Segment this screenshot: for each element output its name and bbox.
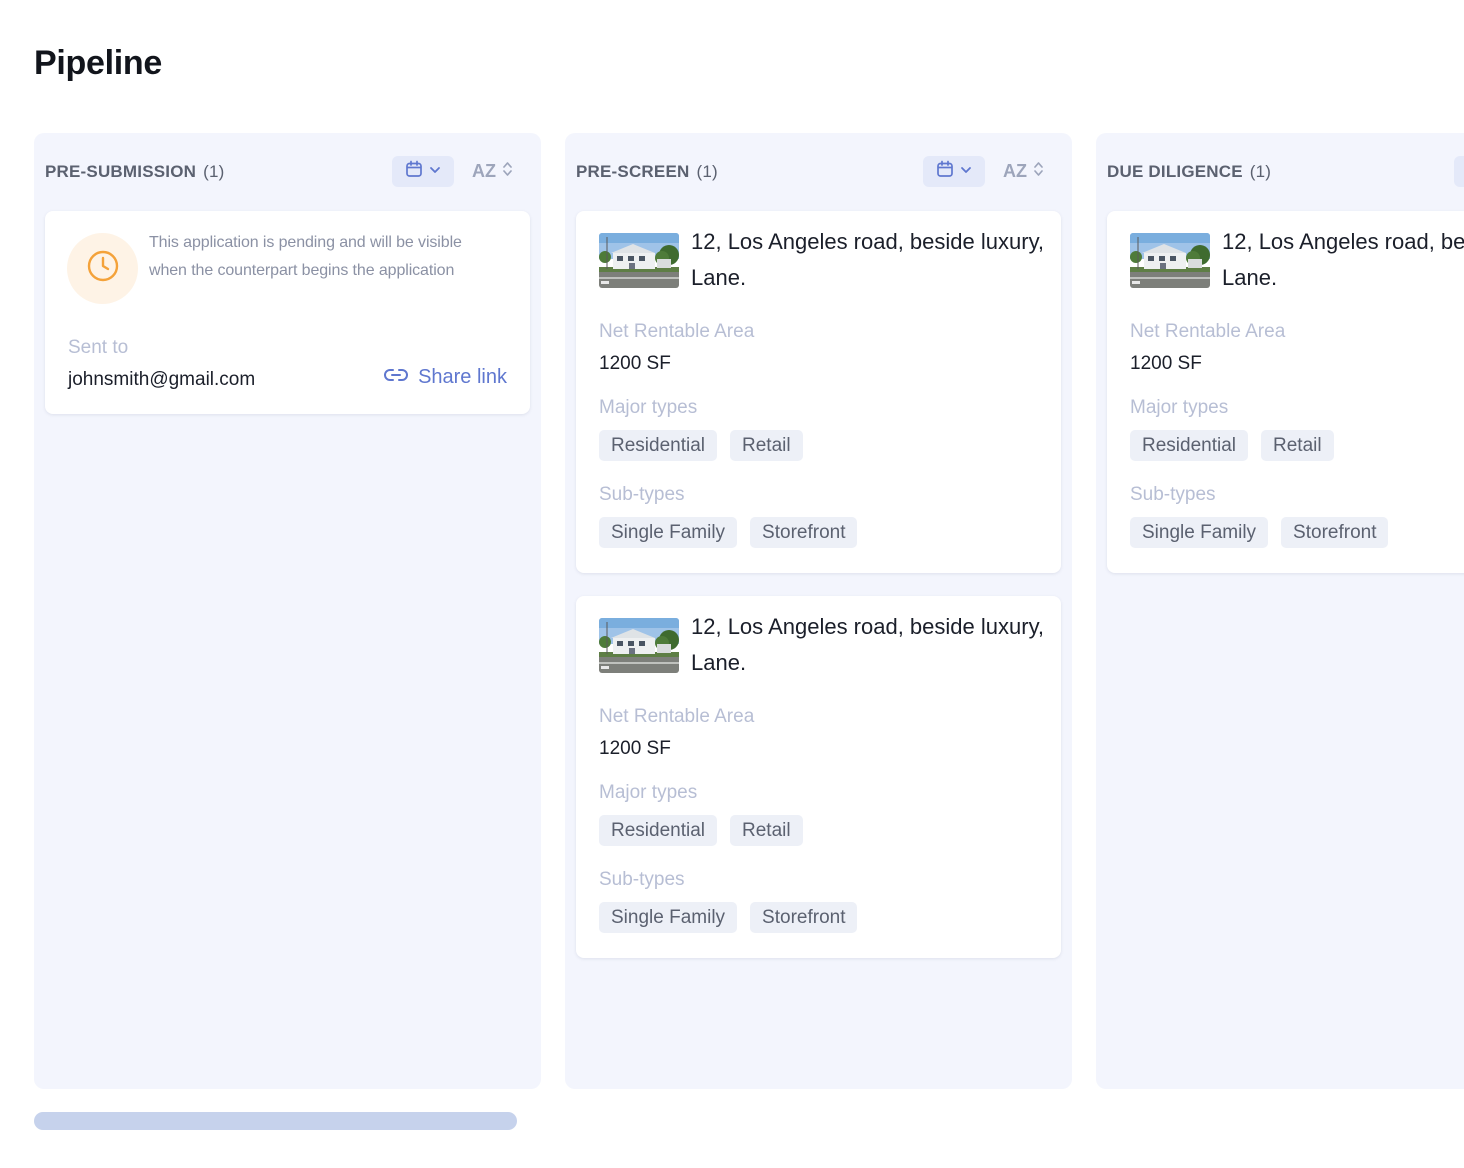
sort-updown-icon (502, 160, 513, 183)
nra-label: Net Rentable Area (599, 321, 755, 342)
page-title: Pipeline (34, 44, 162, 82)
property-address: 12, Los Angeles road, beside luxury, Lan… (1222, 229, 1464, 290)
nra-value: 1200 SF (599, 738, 671, 759)
column-count: (1) (1249, 162, 1272, 181)
property-card[interactable]: 12, Los Angeles road, beside luxury, Lan… (576, 596, 1061, 958)
column-count: (1) (696, 162, 718, 181)
column-title: PRE-SCREEN (576, 162, 690, 181)
date-sort-button[interactable] (923, 156, 985, 187)
share-link-label: Share link (418, 366, 507, 388)
horizontal-scrollbar[interactable] (34, 1112, 517, 1130)
sub-types-chips: Single Family Storefront (1130, 517, 1389, 548)
recipient-email: johnsmith@gmail.com (68, 369, 256, 390)
alpha-sort-button[interactable]: AZ (1003, 156, 1044, 187)
column-due-diligence: DUE DILIGENCE (1) 12, Los Angeles road, … (1096, 133, 1464, 1089)
property-photo (599, 233, 679, 288)
nra-label: Net Rentable Area (599, 706, 755, 727)
date-sort-button[interactable] (1454, 156, 1464, 187)
property-card[interactable]: 12, Los Angeles road, beside luxury, Lan… (576, 211, 1061, 573)
sort-label: AZ (472, 161, 496, 181)
property-photo (599, 618, 679, 673)
major-types-chips: Residential Retail (1130, 430, 1334, 461)
subtype-chip: Single Family (599, 517, 738, 548)
chevron-down-icon (429, 163, 441, 181)
share-link-button[interactable]: Share link (384, 366, 507, 389)
nra-value: 1200 SF (599, 353, 671, 374)
type-chip: Residential (599, 430, 717, 461)
column-header: PRE-SUBMISSION (1) (45, 160, 224, 184)
clock-icon (86, 249, 120, 288)
pipeline-board: PRE-SUBMISSION (1) AZ This application i… (34, 133, 1464, 1089)
sub-types-label: Sub-types (599, 869, 685, 890)
nra-label: Net Rentable Area (1130, 321, 1286, 342)
property-card[interactable]: 12, Los Angeles road, beside luxury, Lan… (1107, 211, 1464, 573)
column-count: (1) (203, 162, 225, 181)
column-pre-screen: PRE-SCREEN (1) AZ 12, Los Angeles road, … (565, 133, 1072, 1089)
major-types-label: Major types (599, 397, 698, 418)
sub-types-label: Sub-types (1130, 484, 1216, 505)
pending-message: This application is pending and will be … (149, 234, 462, 279)
column-header: PRE-SCREEN (1) (576, 160, 718, 184)
sub-types-chips: Single Family Storefront (599, 902, 858, 933)
column-title: DUE DILIGENCE (1107, 162, 1243, 181)
calendar-icon (405, 160, 423, 183)
sub-types-label: Sub-types (599, 484, 685, 505)
subtype-chip: Storefront (1281, 517, 1389, 548)
type-chip: Retail (730, 815, 803, 846)
date-sort-button[interactable] (392, 156, 454, 187)
sent-to-label: Sent to (68, 337, 129, 358)
sort-label: AZ (1003, 161, 1027, 181)
type-chip: Retail (730, 430, 803, 461)
subtype-chip: Single Family (1130, 517, 1269, 548)
column-title: PRE-SUBMISSION (45, 162, 197, 181)
major-types-chips: Residential Retail (599, 815, 803, 846)
major-types-label: Major types (1130, 397, 1229, 418)
major-types-chips: Residential Retail (599, 430, 803, 461)
subtype-chip: Storefront (750, 517, 858, 548)
column-pre-submission: PRE-SUBMISSION (1) AZ This application i… (34, 133, 541, 1089)
type-chip: Residential (1130, 430, 1248, 461)
nra-value: 1200 SF (1130, 353, 1202, 374)
alpha-sort-button[interactable]: AZ (472, 156, 513, 187)
subtype-chip: Single Family (599, 902, 738, 933)
pending-application-card: This application is pending and will be … (45, 211, 530, 414)
property-address: 12, Los Angeles road, beside luxury, Lan… (691, 614, 1045, 675)
subtype-chip: Storefront (750, 902, 858, 933)
link-icon (384, 366, 408, 389)
sort-updown-icon (1033, 160, 1044, 183)
major-types-label: Major types (599, 782, 698, 803)
chevron-down-icon (960, 163, 972, 181)
clock-badge (67, 233, 138, 304)
property-address: 12, Los Angeles road, beside luxury, Lan… (691, 229, 1045, 290)
calendar-icon (936, 160, 954, 183)
property-photo (1130, 233, 1210, 288)
type-chip: Residential (599, 815, 717, 846)
sub-types-chips: Single Family Storefront (599, 517, 858, 548)
type-chip: Retail (1261, 430, 1334, 461)
column-header: DUE DILIGENCE (1) (1107, 160, 1271, 184)
